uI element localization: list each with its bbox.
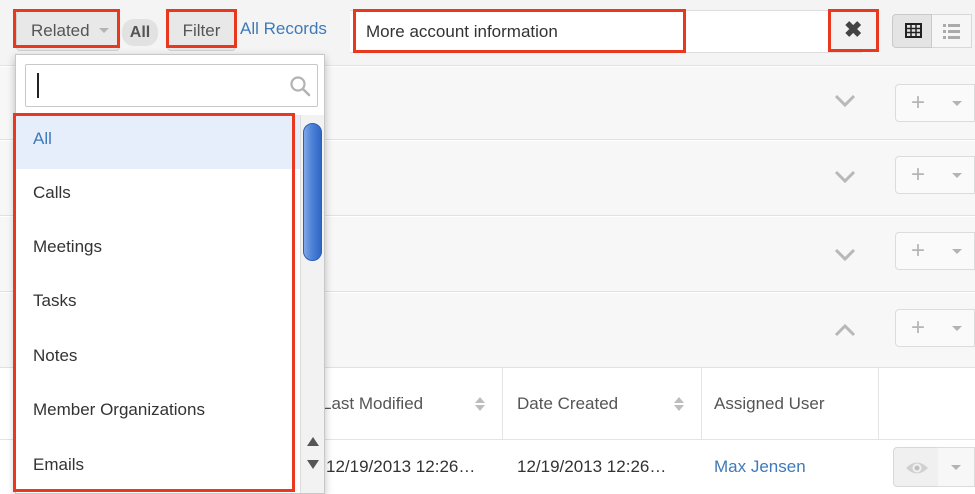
grid-view-icon <box>905 23 922 38</box>
highlight-related-button <box>13 9 120 48</box>
list-view-icon <box>943 24 960 39</box>
plus-icon: + <box>910 237 925 264</box>
chevron-up-icon[interactable] <box>833 322 857 338</box>
cell-assigned-user-link[interactable]: Max Jensen <box>714 457 806 477</box>
subpanel-actions-caret[interactable] <box>940 84 975 122</box>
cell-last-modified: 12/19/2013 12:26… <box>326 457 476 476</box>
column-label: Date Created <box>517 394 619 413</box>
sort-icon[interactable] <box>475 397 485 411</box>
column-header-date-created[interactable]: Date Created <box>503 368 702 440</box>
plus-icon: + <box>910 161 925 188</box>
chevron-down-icon[interactable] <box>833 93 857 109</box>
scroll-down-arrow-icon[interactable] <box>307 460 319 469</box>
add-record-button[interactable]: + <box>895 309 941 347</box>
list-view-button[interactable] <box>932 14 972 48</box>
grid-view-button[interactable] <box>892 14 932 48</box>
add-record-button[interactable]: + <box>895 84 941 122</box>
column-label: Assigned User <box>714 394 825 413</box>
subpanel-actions-caret[interactable] <box>940 309 975 347</box>
highlight-module-list <box>13 113 295 492</box>
dropdown-scrollbar[interactable] <box>300 115 324 493</box>
scroll-up-arrow-icon[interactable] <box>307 437 319 446</box>
subpanel-actions-caret[interactable] <box>940 232 975 270</box>
chevron-down-icon[interactable] <box>833 169 857 185</box>
chevron-down-icon[interactable] <box>833 247 857 263</box>
sort-icon[interactable] <box>674 397 684 411</box>
cell-date-created: 12/19/2013 12:26… <box>517 457 667 476</box>
eye-icon <box>906 462 928 474</box>
column-label: Last Modified <box>322 394 424 413</box>
plus-icon: + <box>910 89 925 116</box>
all-records-filter-link[interactable]: All Records <box>240 19 327 39</box>
highlight-filter-button <box>166 9 237 48</box>
scrollbar-thumb[interactable] <box>303 123 322 261</box>
add-record-button[interactable]: + <box>895 156 941 194</box>
text-cursor <box>37 73 39 98</box>
dropdown-search-input[interactable] <box>25 64 318 107</box>
all-module-tag[interactable]: All <box>122 19 158 46</box>
highlight-search-input <box>353 9 686 53</box>
column-header-assigned-user[interactable]: Assigned User <box>702 368 879 440</box>
highlight-clear-button <box>828 9 879 52</box>
plus-icon: + <box>910 314 925 341</box>
preview-button[interactable] <box>893 447 939 487</box>
add-record-button[interactable]: + <box>895 232 941 270</box>
row-actions-caret[interactable] <box>938 447 975 487</box>
subpanel-actions-caret[interactable] <box>940 156 975 194</box>
search-icon <box>290 76 311 97</box>
